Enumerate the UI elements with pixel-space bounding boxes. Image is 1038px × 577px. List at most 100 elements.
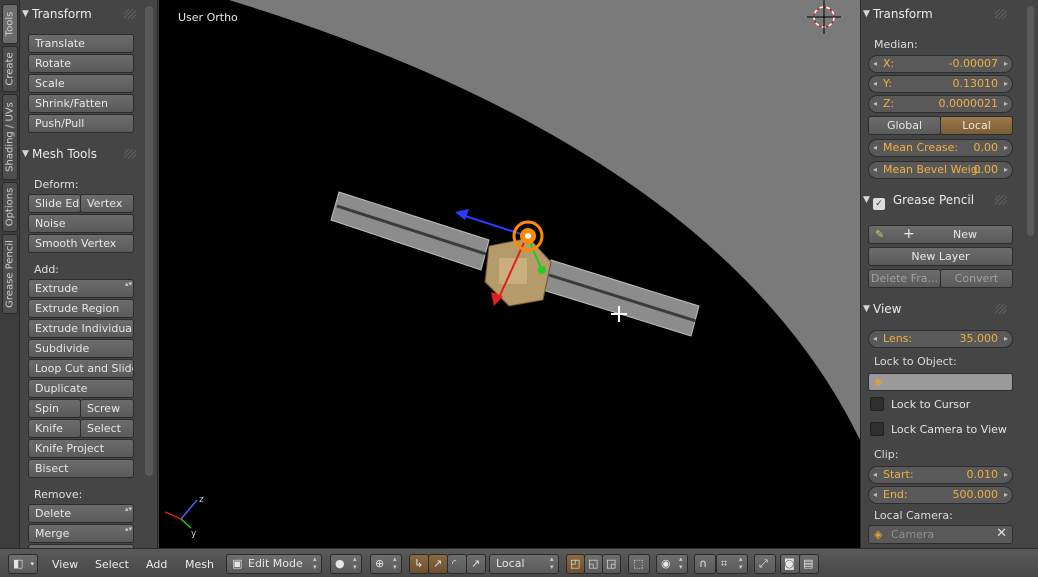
3d-viewport[interactable]: z y User Ortho: [159, 0, 860, 548]
mesh-tools-panel-header[interactable]: ▼ Mesh Tools: [20, 143, 140, 165]
properties-scrollbar[interactable]: [1027, 6, 1034, 236]
slide-edge-button[interactable]: Slide Ed: [28, 194, 81, 213]
menu-view[interactable]: View: [52, 558, 78, 571]
manipulator-toggle[interactable]: ↳: [409, 554, 429, 574]
global-toggle[interactable]: Global: [868, 116, 941, 135]
proportional-edit-icon: ◉: [661, 557, 671, 570]
subdivide-button[interactable]: Subdivide: [28, 339, 134, 358]
view-props-header[interactable]: ▼ View: [861, 298, 1011, 320]
render-still-button[interactable]: ◙: [780, 554, 800, 574]
knife-select-button[interactable]: Select: [80, 419, 134, 438]
tab-grease-pencil[interactable]: Grease Pencil: [2, 234, 18, 314]
collapse-triangle-icon: ▼: [22, 149, 29, 159]
collapse-triangle-icon: ▼: [863, 195, 870, 205]
pivot-dropdown[interactable]: ⊕: [370, 554, 402, 574]
median-z-field[interactable]: Z:0.0000021: [868, 95, 1013, 113]
mode-dropdown[interactable]: ▣ Edit Mode: [226, 554, 322, 574]
bisect-button[interactable]: Bisect: [28, 459, 134, 478]
spin-button[interactable]: Spin: [28, 399, 81, 418]
extrude-individual-button[interactable]: Extrude Individual: [28, 319, 134, 338]
deform-label: Deform:: [34, 178, 79, 191]
collapse-triangle-icon: ▼: [22, 9, 29, 19]
snap-element-dropdown[interactable]: ⌗: [716, 554, 748, 574]
chevron-down-icon: ▾: [30, 560, 34, 568]
sync-button[interactable]: ⤢: [754, 554, 776, 574]
drag-grip-icon[interactable]: [124, 9, 136, 19]
object-cube-icon: ◈: [874, 375, 883, 388]
tool-shelf-scrollbar[interactable]: [145, 6, 153, 476]
delete-frame-button[interactable]: Delete Fra...: [868, 269, 941, 288]
mean-crease-field[interactable]: Mean Crease:0.00: [868, 139, 1013, 157]
rotate-manipulator[interactable]: ◜: [447, 554, 467, 574]
drag-grip-icon[interactable]: [124, 149, 136, 159]
snap-toggle[interactable]: ∩: [694, 554, 716, 574]
edge-select-mode[interactable]: ◱: [584, 554, 603, 574]
grease-pencil-header[interactable]: ▼ ✓ Grease Pencil: [861, 189, 1011, 211]
menu-mesh[interactable]: Mesh: [185, 558, 214, 571]
pencil-icon: ✎: [875, 228, 885, 241]
shading-dropdown[interactable]: ●: [330, 554, 362, 574]
scale-manipulator[interactable]: ↗: [466, 554, 486, 574]
limit-selection-visible[interactable]: ⬚: [628, 554, 650, 574]
shrink-fatten-button[interactable]: Shrink/Fatten: [28, 94, 134, 113]
lock-object-field[interactable]: ◈: [868, 373, 1013, 391]
drag-grip-icon[interactable]: [995, 195, 1007, 205]
tab-create[interactable]: Create: [2, 46, 18, 92]
gizmo-z-axis[interactable]: [458, 213, 528, 237]
transform-panel-header[interactable]: ▼ Transform: [20, 3, 140, 25]
drag-grip-icon[interactable]: [995, 9, 1007, 19]
local-camera-field[interactable]: ◈ Camera ✕: [868, 525, 1013, 544]
sync-arrows-icon: ⤢: [759, 557, 768, 570]
push-pull-button[interactable]: Push/Pull: [28, 114, 134, 133]
median-x-field[interactable]: X:-0.00007: [868, 55, 1013, 73]
local-camera-label: Local Camera:: [874, 509, 953, 522]
clapperboard-icon: ▤: [803, 557, 814, 570]
merge-dropdown[interactable]: Merge: [28, 524, 134, 543]
transform-orientation-dropdown[interactable]: Local: [489, 554, 559, 574]
median-y-field[interactable]: Y:0.13010: [868, 75, 1013, 93]
menu-select[interactable]: Select: [95, 558, 129, 571]
smooth-vertex-button[interactable]: Smooth Vertex: [28, 234, 134, 253]
render-animation-button[interactable]: ▤: [799, 554, 819, 574]
3d-view-icon: ◧: [13, 557, 24, 570]
clip-end-field[interactable]: End:500.000: [868, 486, 1013, 504]
clear-x-icon[interactable]: ✕: [996, 526, 1007, 541]
clip-start-field[interactable]: Start:0.010: [868, 466, 1013, 484]
view-name-label: User Ortho: [178, 11, 238, 24]
extrude-dropdown[interactable]: Extrude: [28, 279, 134, 298]
checkbox-checked-icon[interactable]: ✓: [873, 198, 885, 210]
slide-vertex-button[interactable]: Vertex: [80, 194, 134, 213]
grease-pencil-new-button[interactable]: ✎ + New: [868, 225, 1013, 244]
edit-mode-icon: ▣: [232, 557, 243, 570]
rotate-button[interactable]: Rotate: [28, 54, 134, 73]
noise-button[interactable]: Noise: [28, 214, 134, 233]
scale-arrow-icon: ↗: [471, 557, 481, 570]
new-layer-button[interactable]: New Layer: [868, 247, 1013, 266]
tab-shading-uvs[interactable]: Shading / UVs: [2, 94, 18, 180]
scale-button[interactable]: Scale: [28, 74, 134, 93]
local-toggle[interactable]: Local: [940, 116, 1013, 135]
loop-cut-slide-button[interactable]: Loop Cut and Slide: [28, 359, 134, 378]
editor-type-button[interactable]: ◧ ▾: [8, 554, 38, 574]
proportional-edit-dropdown[interactable]: ◉: [656, 554, 688, 574]
face-select-mode[interactable]: ◲: [602, 554, 621, 574]
tab-tools[interactable]: Tools: [2, 4, 18, 44]
duplicate-button[interactable]: Duplicate: [28, 379, 134, 398]
tab-options[interactable]: Options: [2, 182, 18, 232]
knife-button[interactable]: Knife: [28, 419, 81, 438]
translate-button[interactable]: Translate: [28, 34, 134, 53]
menu-add[interactable]: Add: [146, 558, 167, 571]
convert-button[interactable]: Convert: [940, 269, 1013, 288]
lens-field[interactable]: Lens:35.000: [868, 330, 1013, 348]
mean-bevel-weight-field[interactable]: Mean Bevel Weig:0.00: [868, 161, 1013, 179]
drag-grip-icon[interactable]: [995, 304, 1007, 314]
screw-button[interactable]: Screw: [80, 399, 134, 418]
lock-camera-to-view-checkbox[interactable]: [870, 422, 884, 436]
lock-to-cursor-checkbox[interactable]: [870, 397, 884, 411]
extrude-region-button[interactable]: Extrude Region: [28, 299, 134, 318]
transform-props-header[interactable]: ▼ Transform: [861, 3, 1011, 25]
translate-manipulator[interactable]: ↗: [428, 554, 448, 574]
delete-dropdown[interactable]: Delete: [28, 504, 134, 523]
vertex-select-mode[interactable]: ◰: [566, 554, 585, 574]
knife-project-button[interactable]: Knife Project: [28, 439, 134, 458]
